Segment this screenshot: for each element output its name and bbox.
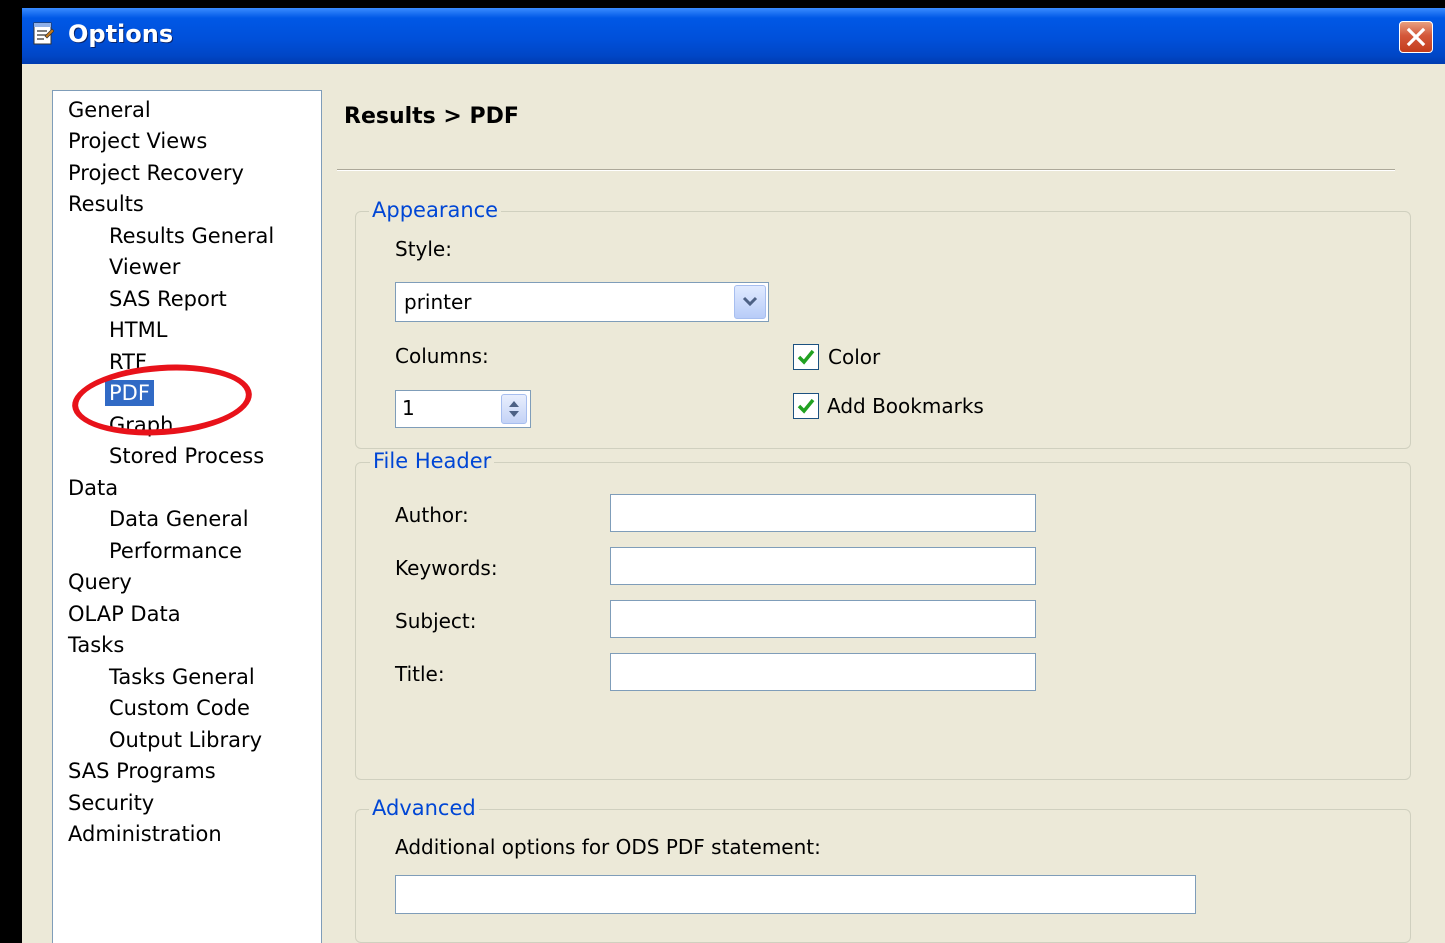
keywords-label: Keywords: bbox=[395, 556, 498, 580]
nav-item-tasks[interactable]: Tasks bbox=[68, 632, 124, 658]
style-dropdown[interactable]: printer bbox=[395, 282, 769, 322]
close-icon bbox=[1406, 27, 1426, 47]
nav-item-performance[interactable]: Performance bbox=[109, 538, 242, 564]
nav-item-html[interactable]: HTML bbox=[109, 317, 167, 343]
options-app-icon bbox=[33, 22, 54, 45]
nav-item-data[interactable]: Data bbox=[68, 475, 118, 501]
advanced-legend: Advanced bbox=[369, 796, 479, 820]
checkmark-icon bbox=[797, 349, 815, 365]
style-dropdown-button[interactable] bbox=[734, 285, 766, 319]
file-header-legend: File Header bbox=[370, 449, 495, 473]
color-checkbox[interactable] bbox=[793, 344, 819, 370]
nav-item-tasks-general[interactable]: Tasks General bbox=[109, 664, 255, 690]
nav-item-query[interactable]: Query bbox=[68, 569, 132, 595]
columns-label: Columns: bbox=[395, 344, 489, 368]
ods-options-field[interactable] bbox=[395, 875, 1196, 914]
nav-item-olap-data[interactable]: OLAP Data bbox=[68, 601, 181, 627]
page-title: Results > PDF bbox=[344, 104, 519, 129]
spin-arrows-icon bbox=[509, 401, 519, 417]
nav-item-sas-report[interactable]: SAS Report bbox=[109, 286, 227, 312]
nav-item-stored-process[interactable]: Stored Process bbox=[109, 443, 264, 469]
checkmark-icon bbox=[797, 398, 815, 414]
options-dialog: Options General Project Views Project Re… bbox=[22, 8, 1445, 943]
heading-divider bbox=[337, 169, 1395, 171]
nav-item-output-library[interactable]: Output Library bbox=[109, 727, 262, 753]
title-field[interactable] bbox=[610, 653, 1036, 691]
subject-label: Subject: bbox=[395, 609, 477, 633]
nav-item-administration[interactable]: Administration bbox=[68, 821, 222, 847]
nav-item-custom-code[interactable]: Custom Code bbox=[109, 695, 250, 721]
color-label: Color bbox=[828, 345, 881, 369]
ods-options-label: Additional options for ODS PDF statement… bbox=[395, 835, 821, 859]
add-bookmarks-checkbox[interactable] bbox=[793, 393, 819, 419]
add-bookmarks-label: Add Bookmarks bbox=[827, 394, 984, 418]
columns-spin-buttons[interactable] bbox=[501, 394, 527, 424]
style-value: printer bbox=[404, 290, 472, 314]
columns-stepper[interactable]: 1 bbox=[395, 390, 531, 428]
close-button[interactable] bbox=[1399, 21, 1433, 53]
columns-value: 1 bbox=[402, 396, 415, 420]
appearance-legend: Appearance bbox=[369, 198, 502, 222]
nav-item-viewer[interactable]: Viewer bbox=[109, 254, 180, 280]
title-bar[interactable]: Options bbox=[22, 8, 1445, 64]
author-field[interactable] bbox=[610, 494, 1036, 532]
keywords-field[interactable] bbox=[610, 547, 1036, 585]
title-label: Title: bbox=[395, 662, 445, 686]
nav-item-project-views[interactable]: Project Views bbox=[68, 128, 207, 154]
nav-item-sas-programs[interactable]: SAS Programs bbox=[68, 758, 216, 784]
nav-item-general[interactable]: General bbox=[68, 97, 151, 123]
window-title: Options bbox=[68, 20, 174, 48]
style-label: Style: bbox=[395, 237, 452, 261]
nav-item-security[interactable]: Security bbox=[68, 790, 154, 816]
author-label: Author: bbox=[395, 503, 469, 527]
nav-item-results[interactable]: Results bbox=[68, 191, 144, 217]
nav-item-project-recovery[interactable]: Project Recovery bbox=[68, 160, 244, 186]
options-category-list[interactable]: General Project Views Project Recovery R… bbox=[52, 90, 322, 943]
nav-item-data-general[interactable]: Data General bbox=[109, 506, 249, 532]
nav-item-results-general[interactable]: Results General bbox=[109, 223, 274, 249]
subject-field[interactable] bbox=[610, 600, 1036, 638]
chevron-down-icon bbox=[742, 296, 758, 307]
